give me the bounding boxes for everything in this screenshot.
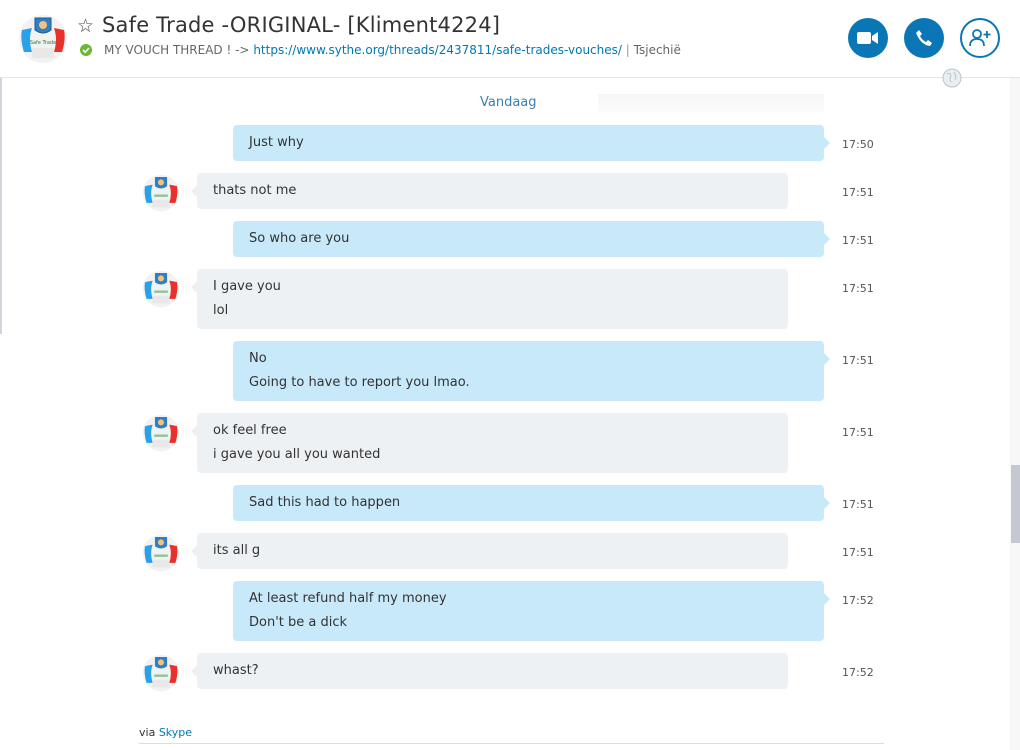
incoming-message[interactable]: ok feel free i gave you all you wanted	[191, 413, 788, 473]
message-text: Going to have to report you lmao.	[249, 375, 470, 390]
video-call-button[interactable]	[848, 18, 888, 58]
message-timestamp: 17:51	[842, 282, 874, 295]
via-label: via Skype	[139, 726, 192, 739]
message-text: ok feel free	[213, 423, 287, 438]
message-timestamp: 17:51	[842, 546, 874, 559]
message-text: i gave you all you wanted	[213, 447, 381, 462]
message-text: I gave you	[213, 279, 281, 294]
left-panel-edge	[0, 78, 2, 334]
phone-call-icon	[916, 30, 932, 46]
incoming-message[interactable]: its all g	[191, 533, 788, 569]
message-timestamp: 17:51	[842, 234, 874, 247]
contact-avatar[interactable]: Safe Trade	[18, 14, 68, 64]
message-text: lol	[213, 303, 229, 318]
globe-icon[interactable]	[942, 68, 962, 88]
message-text: Just why	[249, 135, 304, 150]
message-text: Don't be a dick	[249, 615, 348, 630]
scrollbar-thumb[interactable]	[1011, 465, 1020, 543]
outgoing-message[interactable]: No Going to have to report you lmao.	[233, 341, 830, 401]
outgoing-message[interactable]: At least refund half my money Don't be a …	[233, 581, 830, 641]
add-people-button[interactable]	[960, 18, 1000, 58]
sender-avatar[interactable]	[142, 534, 180, 572]
outgoing-message[interactable]: Sad this had to happen	[233, 485, 830, 521]
message-text: Sad this had to happen	[249, 495, 401, 510]
avatar-logo-text: Safe Trade	[30, 40, 56, 46]
via-skype-link[interactable]: Skype	[159, 726, 192, 739]
outgoing-message[interactable]: Just why	[233, 125, 830, 161]
mood-link[interactable]: https://www.sythe.org/threads/2437811/sa…	[253, 43, 622, 57]
message-text: No	[249, 351, 267, 366]
message-timestamp: 17:51	[842, 498, 874, 511]
online-status-icon	[80, 44, 92, 56]
conversation-header: Safe Trade ☆ Safe Trade -ORIGINAL- [Klim…	[0, 0, 1020, 78]
contact-location: Tsjechië	[633, 43, 681, 57]
mood-prefix: MY VOUCH THREAD ! ->	[104, 43, 250, 57]
message-text: its all g	[213, 543, 261, 558]
message-text: whast?	[213, 663, 259, 678]
message-timestamp: 17:51	[842, 186, 874, 199]
message-text: So who are you	[249, 231, 350, 246]
add-contact-icon	[969, 29, 991, 47]
message-timestamp: 17:52	[842, 666, 874, 679]
video-call-icon	[857, 32, 878, 44]
message-timestamp: 17:51	[842, 426, 874, 439]
message-timestamp: 17:50	[842, 138, 874, 151]
message-text: At least refund half my money	[249, 591, 447, 606]
favorite-star-icon[interactable]: ☆	[77, 14, 94, 38]
message-timestamp: 17:51	[842, 354, 874, 367]
audio-call-button[interactable]	[904, 18, 944, 58]
outgoing-message[interactable]: So who are you	[233, 221, 830, 257]
mood-message: MY VOUCH THREAD ! -> https://www.sythe.o…	[104, 43, 681, 57]
sender-avatar[interactable]	[142, 270, 180, 308]
incoming-message[interactable]: whast?	[191, 653, 788, 689]
incoming-message[interactable]: thats not me	[191, 173, 788, 209]
sender-avatar[interactable]	[142, 654, 180, 692]
faded-overlay	[598, 94, 824, 112]
sender-avatar[interactable]	[142, 174, 180, 212]
sender-avatar[interactable]	[142, 414, 180, 452]
mood-separator: |	[625, 43, 630, 57]
via-text: via	[139, 726, 156, 739]
scrollbar-track[interactable]	[1010, 78, 1020, 750]
message-timestamp: 17:52	[842, 594, 874, 607]
message-text: thats not me	[213, 183, 297, 198]
contact-name[interactable]: Safe Trade -ORIGINAL- [Kliment4224]	[102, 13, 500, 37]
date-separator: Vandaag	[480, 95, 537, 110]
footer-divider	[139, 743, 884, 744]
incoming-message[interactable]: I gave you lol	[191, 269, 788, 329]
